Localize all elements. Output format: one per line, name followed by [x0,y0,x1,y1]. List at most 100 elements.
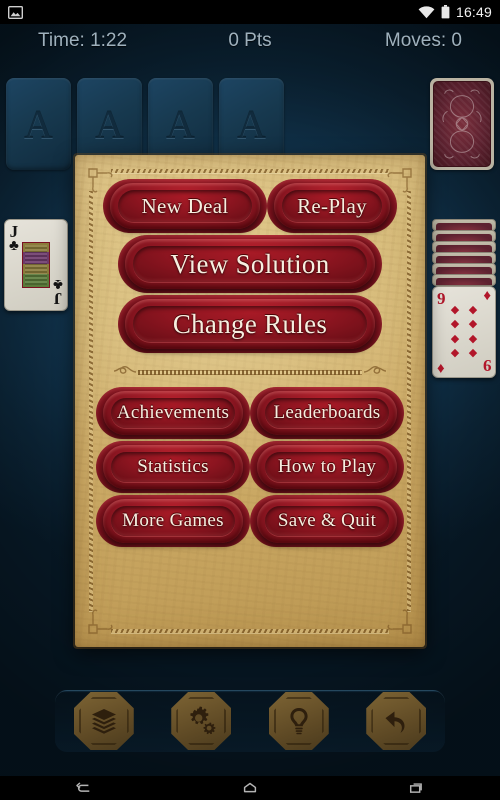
foundation-pile-1[interactable]: A [6,78,71,170]
menu-divider [103,361,397,383]
pip: ◆ [450,318,460,331]
status-bar-right: 16:49 [418,4,492,20]
pip: ◆ [450,347,460,360]
game-board: Time: 1:22 0 Pts Moves: 0 A A A A J ♣ J … [0,24,500,776]
leaderboards-button[interactable]: Leaderboards [257,391,397,435]
ace-placeholder-label: A [95,101,124,147]
flourish-right-icon [362,363,388,381]
card-corner-bottom-right: J ♣ [53,276,63,308]
achievements-label: Achievements [116,402,230,423]
new-deal-label: New Deal [141,193,229,218]
how-to-play-label: How to Play [277,456,377,477]
leaderboards-inner: Leaderboards [265,398,389,428]
pip: ◆ [468,318,478,331]
menu-row-primary: New Deal Re-Play [97,183,403,229]
change-rules-inner: Change Rules [133,306,367,342]
suit-glyph: ♦ [437,360,445,376]
achievements-button[interactable]: Achievements [103,391,243,435]
statistics-inner: Statistics [111,452,235,482]
divider-line [138,369,362,375]
android-status-bar: 16:49 [0,0,500,24]
court-card-figure [22,242,50,288]
diamond-icon: ♦ [483,288,491,304]
card-deck-icon [91,709,116,734]
save-and-quit-label: Save & Quit [277,510,377,531]
deck-button[interactable] [73,692,134,750]
view-solution-label: View Solution [170,248,330,279]
how-to-play-button[interactable]: How to Play [257,445,397,489]
jack-of-clubs-card[interactable]: J ♣ J ♣ [4,219,68,311]
stock-pile[interactable] [430,78,494,170]
menu-row-secondary-2: Statistics How to Play [97,445,403,489]
back-icon [76,782,90,792]
re-play-inner: Re-Play [282,190,382,222]
android-back-button[interactable] [53,776,113,800]
image-icon [8,5,23,19]
ace-placeholder-label: A [166,101,195,147]
re-play-label: Re-Play [297,193,367,218]
menu-row-solution: View Solution [97,239,403,289]
status-bar-clock: 16:49 [455,4,492,20]
club-icon: ♣ [9,238,19,254]
club-icon: ♣ [53,276,63,292]
hint-button[interactable] [268,692,329,750]
pip: ◆ [450,332,460,345]
score-display: 0 Pts [228,30,272,51]
android-home-button[interactable] [220,776,280,800]
moves-display: Moves: 0 [384,30,462,51]
more-games-label: More Games [122,510,224,531]
pip: ◆ [450,303,460,316]
more-games-button[interactable]: More Games [103,499,243,543]
change-rules-button[interactable]: Change Rules [125,299,375,349]
leaderboards-label: Leaderboards [273,402,381,423]
ace-placeholder-label: A [237,101,266,147]
change-rules-label: Change Rules [172,308,328,339]
suit-glyph: ♦ [483,288,491,304]
undo-button[interactable] [366,692,427,750]
flourish-left-icon [112,363,138,381]
pip: ◆ [468,303,478,316]
view-solution-button[interactable]: View Solution [125,239,375,289]
ace-placeholder-label: A [24,101,53,147]
settings-button[interactable] [171,692,232,750]
rope-line-bottom [111,629,389,633]
card-rank: J [53,289,63,308]
card-back-pattern [433,81,491,167]
rope-line-top [111,169,389,173]
tableau-pile-right[interactable]: 9 ♦ ◆ ◆ ◆ ◆ ◆ ◆ ◆ ◆ 9 ♦ [432,219,496,378]
save-and-quit-inner: Save & Quit [265,506,389,536]
wifi-icon [418,5,435,18]
card-rank: 9 [482,356,492,375]
re-play-button[interactable]: Re-Play [274,183,390,229]
statistics-button[interactable]: Statistics [103,445,243,489]
android-nav-bar [0,776,500,800]
card-back[interactable] [430,78,494,170]
facedown-card [432,274,496,286]
main-menu-panel: New Deal Re-Play View Solution Change Ru… [75,155,425,647]
card-corner-top-left: J ♣ [9,223,19,254]
nine-of-diamonds-card[interactable]: 9 ♦ ◆ ◆ ◆ ◆ ◆ ◆ ◆ ◆ 9 ♦ [432,286,496,378]
timer-display: Time: 1:22 [38,30,128,51]
how-to-play-inner: How to Play [265,452,389,482]
diamond-icon-2: ♦ [437,360,445,376]
game-hud: Time: 1:22 0 Pts Moves: 0 [0,24,500,58]
menu-row-secondary-1: Achievements Leaderboards [97,391,403,435]
game-toolbar [55,690,445,752]
battery-icon [441,5,450,19]
rope-line-right [407,191,411,611]
menu-row-secondary-3: More Games Save & Quit [97,499,403,543]
statistics-label: Statistics [137,456,209,477]
lightbulb-icon [290,708,308,735]
card-corner-bottom-right: 9 [482,356,492,375]
card-rank: 9 [437,289,446,308]
tableau-pile-left[interactable]: J ♣ J ♣ [4,219,68,311]
recents-icon [409,783,422,793]
status-bar-left [8,5,418,19]
achievements-inner: Achievements [111,398,235,428]
save-and-quit-button[interactable]: Save & Quit [257,499,397,543]
new-deal-button[interactable]: New Deal [110,183,260,229]
card-pips: ◆ ◆ ◆ ◆ ◆ ◆ ◆ ◆ [446,303,482,361]
pip: ◆ [468,347,478,360]
android-recents-button[interactable] [387,776,447,800]
menu-content: New Deal Re-Play View Solution Change Ru… [97,181,403,625]
